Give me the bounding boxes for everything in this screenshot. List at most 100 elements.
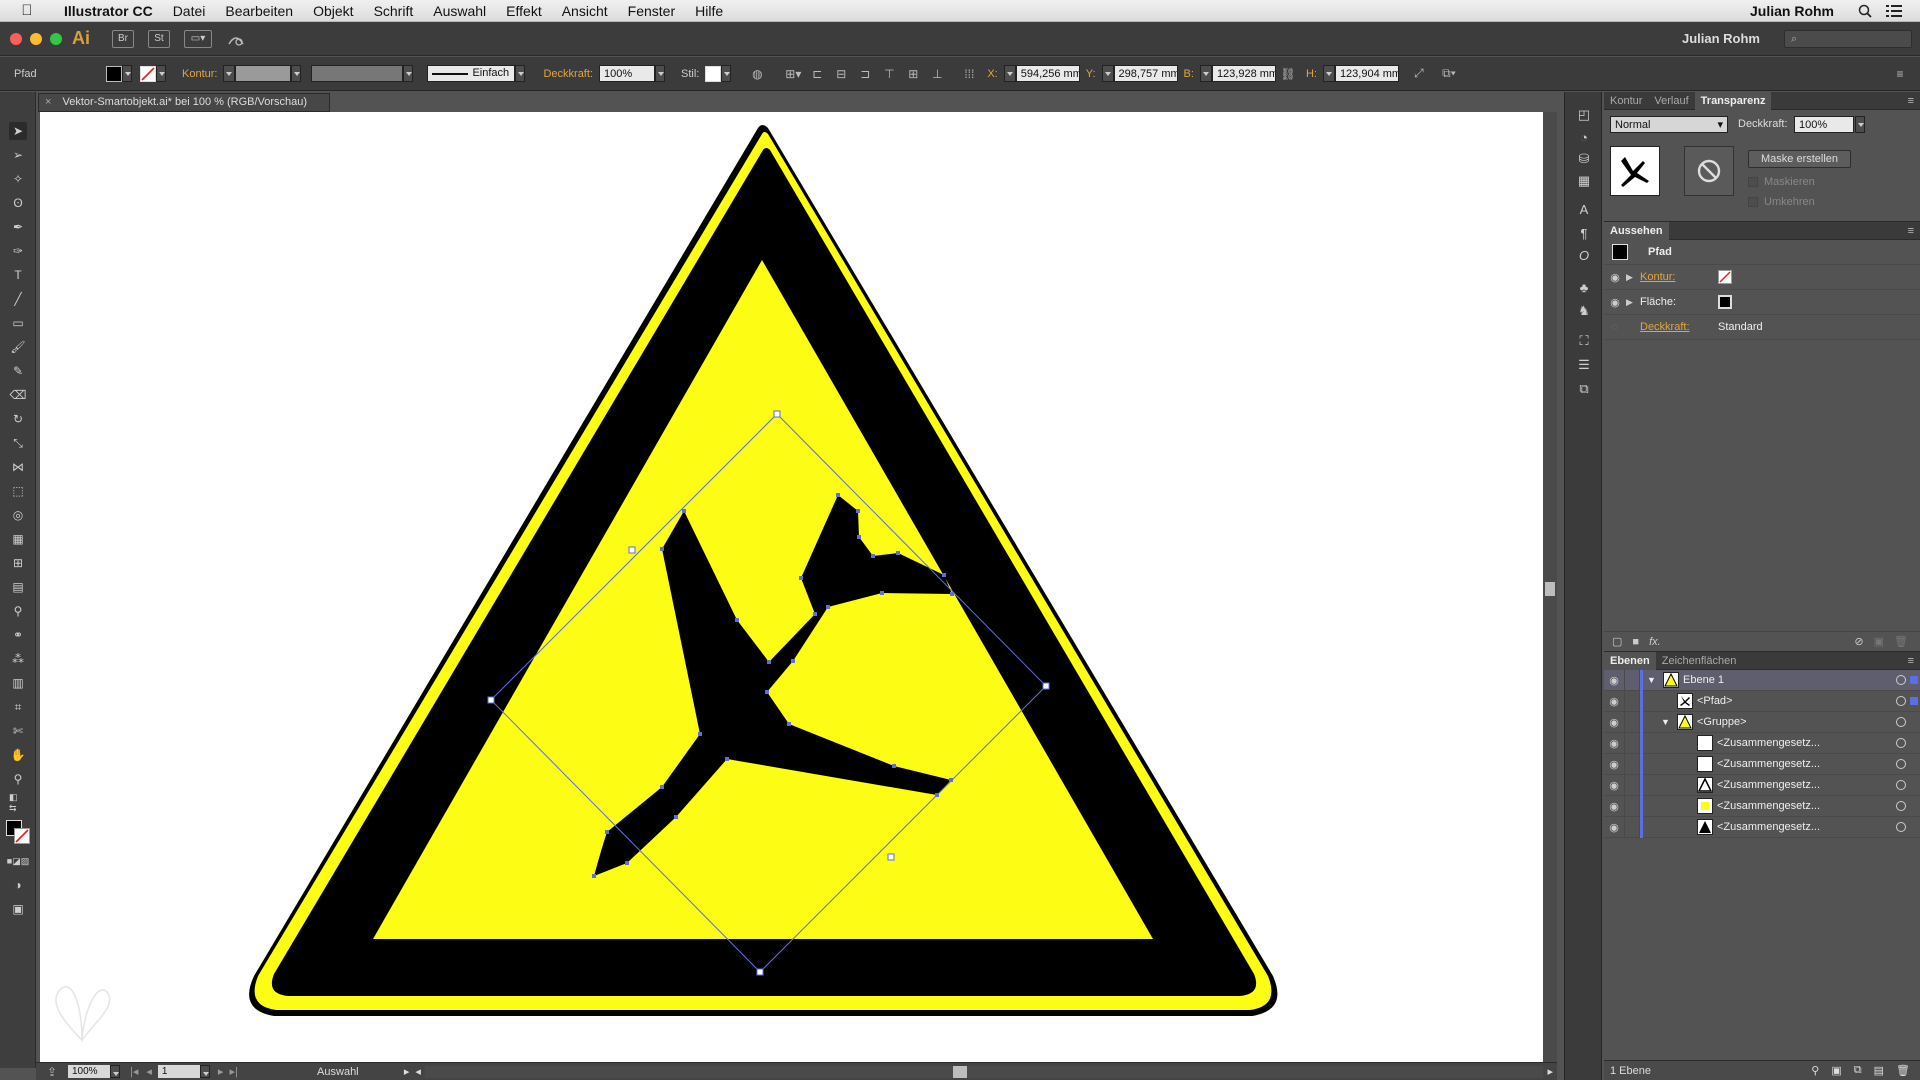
tab-ebenen[interactable]: Ebenen <box>1604 651 1656 670</box>
align-vcenter-icon[interactable]: ⊞ <box>903 65 923 83</box>
stroke-weight-input[interactable] <box>235 65 292 82</box>
opentype-icon[interactable]: O <box>1575 246 1593 264</box>
vertical-scroll-thumb[interactable] <box>1545 582 1555 596</box>
control-panel-menu-icon[interactable]: ≡ <box>1890 65 1910 83</box>
scale-tool-icon[interactable]: ⤡ <box>9 434 27 452</box>
constrain-proportions-icon[interactable]: ⛓ <box>1278 65 1298 83</box>
layer-row-gruppe[interactable]: ◉ ▼ <Gruppe> <box>1604 711 1920 733</box>
menu-objekt[interactable]: Objekt <box>303 3 363 19</box>
deckkraft-label[interactable]: Deckkraft: <box>543 68 593 80</box>
spotlight-search-icon[interactable] <box>1858 4 1872 18</box>
apple-icon[interactable]:  <box>0 2 54 19</box>
lasso-tool-icon[interactable]: ʘ <box>9 194 27 212</box>
first-artboard-icon[interactable]: |◂ <box>130 1065 138 1078</box>
locate-object-icon[interactable]: ⚲ <box>1811 1064 1819 1077</box>
free-transform-tool-icon[interactable]: ⬚ <box>9 482 27 500</box>
variable-width-profile[interactable] <box>311 65 404 82</box>
menu-datei[interactable]: Datei <box>163 3 216 19</box>
reference-point-icon[interactable]: ⁞⁞⁞ <box>959 65 979 83</box>
menu-ansicht[interactable]: Ansicht <box>552 3 618 19</box>
gpu-performance-icon[interactable] <box>226 30 246 48</box>
create-mask-button[interactable]: Maske erstellen <box>1748 150 1852 168</box>
delete-layer-icon[interactable]: 🗑 <box>1896 1064 1910 1077</box>
menu-auswahl[interactable]: Auswahl <box>423 3 496 19</box>
invert-checkbox-row[interactable]: Umkehren <box>1748 194 1815 208</box>
y-label[interactable]: Y: <box>1086 68 1096 80</box>
tab-kontur[interactable]: Kontur <box>1604 95 1648 107</box>
y-stepper[interactable] <box>1101 65 1114 82</box>
brushes-icon[interactable]: ▦ <box>1575 172 1593 190</box>
expand-triangle-icon[interactable]: ▼ <box>1647 675 1663 685</box>
y-input[interactable]: 298,757 mm <box>1113 65 1178 82</box>
workspace-user-menu[interactable]: Julian Rohm <box>1682 31 1760 46</box>
shape-builder-tool-icon[interactable]: ◎ <box>9 506 27 524</box>
height-input[interactable]: 123,904 mm <box>1334 65 1399 82</box>
expand-triangle-icon[interactable]: ▶ <box>1626 297 1640 308</box>
selection-tool-icon[interactable]: ➤ <box>9 122 27 140</box>
transparency-opacity-dropdown[interactable] <box>1855 116 1865 133</box>
eye-icon[interactable]: ◉ <box>1604 296 1626 309</box>
warning-sign-artwork[interactable] <box>40 112 1543 1062</box>
target-circle-icon[interactable] <box>1896 822 1906 832</box>
draw-mode-icon[interactable]: ◑ <box>9 876 27 894</box>
screen-mode-icon[interactable]: ▣ <box>9 900 27 918</box>
stroke-dropdown[interactable] <box>156 65 166 82</box>
b-stepper[interactable] <box>1199 65 1212 82</box>
close-document-icon[interactable]: × <box>45 96 51 108</box>
rectangle-tool-icon[interactable]: ▭ <box>9 314 27 332</box>
color-guide-icon[interactable]: ◰ <box>1575 106 1593 124</box>
perspective-grid-tool-icon[interactable]: ▦ <box>9 530 27 548</box>
blend-tool-icon[interactable]: ⚭ <box>9 626 27 644</box>
clip-checkbox-row[interactable]: Maskieren <box>1748 174 1815 188</box>
appearance-fill-row[interactable]: ◉ ▶ Fläche: <box>1604 290 1920 315</box>
mesh-tool-icon[interactable]: ⊞ <box>9 554 27 572</box>
scroll-left-icon[interactable]: ◂ <box>415 1065 421 1078</box>
h-stepper[interactable] <box>1322 65 1335 82</box>
transparency-opacity-input[interactable]: 100% <box>1794 116 1854 133</box>
hand-tool-icon[interactable]: ✋ <box>9 746 27 764</box>
clip-checkbox[interactable] <box>1748 176 1758 187</box>
target-circle-icon[interactable] <box>1896 696 1906 706</box>
target-circle-icon[interactable] <box>1896 675 1906 685</box>
notification-list-icon[interactable] <box>1886 4 1902 18</box>
close-window-button[interactable] <box>10 32 22 45</box>
layer-row-compound-4[interactable]: ◉ <Zusammengesetz... <box>1604 795 1920 817</box>
new-sublayer-icon[interactable]: ⧉ <box>1854 1064 1862 1077</box>
x-label[interactable]: X: <box>987 68 997 80</box>
tab-verlauf[interactable]: Verlauf <box>1648 95 1694 107</box>
gradient-tool-icon[interactable]: ▤ <box>9 578 27 596</box>
paragraph-icon[interactable]: ¶ <box>1575 224 1593 242</box>
eye-icon[interactable]: ◉ <box>1604 779 1624 792</box>
direct-selection-tool-icon[interactable]: ➢ <box>9 146 27 164</box>
character-icon[interactable]: A <box>1575 200 1593 218</box>
opacity-dropdown[interactable] <box>654 65 665 82</box>
b-label[interactable]: B: <box>1184 68 1194 80</box>
width-input[interactable]: 123,928 mm <box>1211 65 1276 82</box>
align-bottom-icon[interactable]: ⊥ <box>927 65 947 83</box>
color-mode-icons[interactable]: ■◪▨ <box>7 852 29 870</box>
eye-icon[interactable]: ◉ <box>1604 758 1624 771</box>
x-input[interactable]: 594,256 mm <box>1015 65 1080 82</box>
line-tool-icon[interactable]: ╱ <box>9 290 27 308</box>
last-artboard-icon[interactable]: ▸| <box>229 1065 237 1078</box>
delete-item-icon[interactable]: 🗑 <box>1894 635 1908 648</box>
transparency-panel-menu-icon[interactable]: ≡ <box>1908 95 1914 107</box>
layer-row-compound-3[interactable]: ◉ <Zusammengesetz... <box>1604 774 1920 796</box>
share-icon[interactable]: ⇪ <box>42 1063 62 1080</box>
appearance-panel-menu-icon[interactable]: ≡ <box>1908 225 1914 237</box>
status-menu-arrow-icon[interactable]: ▸ <box>404 1065 410 1078</box>
stock-button[interactable]: St <box>148 29 170 48</box>
expand-triangle-icon[interactable]: ▶ <box>1626 272 1640 283</box>
pathfinder-icon[interactable]: ⧉ <box>1575 380 1593 398</box>
align-hcenter-icon[interactable]: ⊟ <box>831 65 851 83</box>
fill-dropdown[interactable] <box>122 65 132 82</box>
help-search-input[interactable]: ⌕ <box>1784 29 1912 48</box>
slice-tool-icon[interactable]: ✄ <box>9 722 27 740</box>
artboard-canvas[interactable] <box>40 112 1543 1062</box>
layers-panel-menu-icon[interactable]: ≡ <box>1908 655 1914 667</box>
isolate-group-icon[interactable]: ⧉▾ <box>1439 65 1459 83</box>
layer-row-compound-1[interactable]: ◉ <Zusammengesetz... <box>1604 732 1920 754</box>
curvature-tool-icon[interactable]: ✑ <box>9 242 27 260</box>
menubar-user[interactable]: Julian Rohm <box>1740 3 1844 19</box>
stroke-swatch[interactable] <box>140 65 156 82</box>
